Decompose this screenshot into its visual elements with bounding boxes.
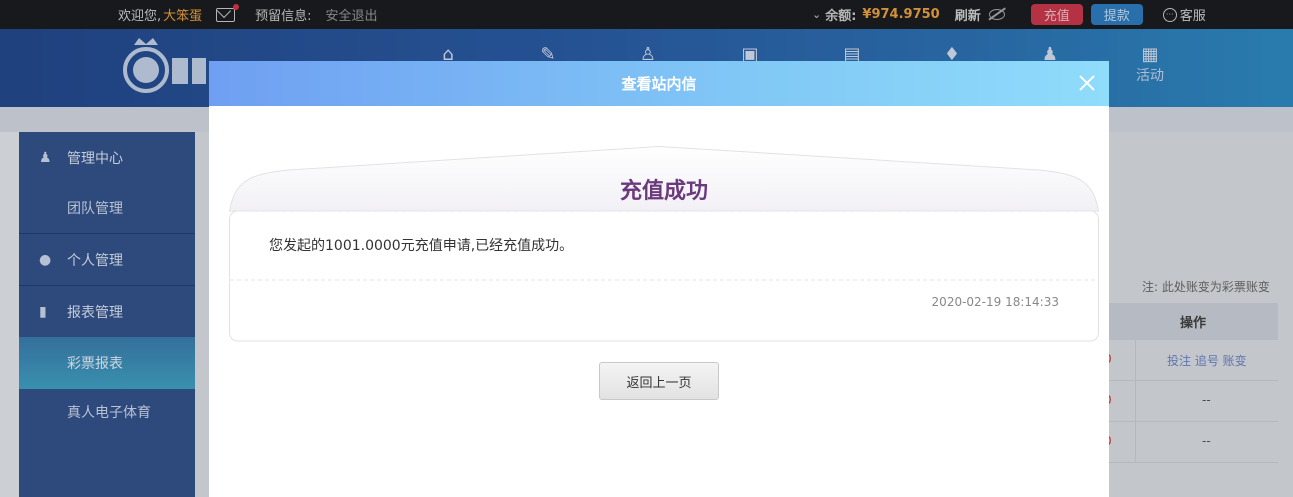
message-body: 您发起的1001.0000元充值申请,已经充值成功。: [269, 238, 574, 254]
letter-card: 充值成功 您发起的1001.0000元充值申请,已经充值成功。 2020-02-…: [229, 146, 1099, 342]
message-modal: 查看站内信 充值成功 您发起的1001.0000元充值申请,已经充值成功。 20…: [209, 61, 1109, 497]
close-icon[interactable]: [1075, 71, 1099, 95]
modal-header: 查看站内信: [209, 61, 1109, 106]
message-title: 充值成功: [619, 179, 708, 204]
back-button[interactable]: 返回上一页: [599, 362, 719, 400]
message-timestamp: 2020-02-19 18:14:33: [931, 295, 1059, 309]
modal-title: 查看站内信: [621, 75, 697, 93]
